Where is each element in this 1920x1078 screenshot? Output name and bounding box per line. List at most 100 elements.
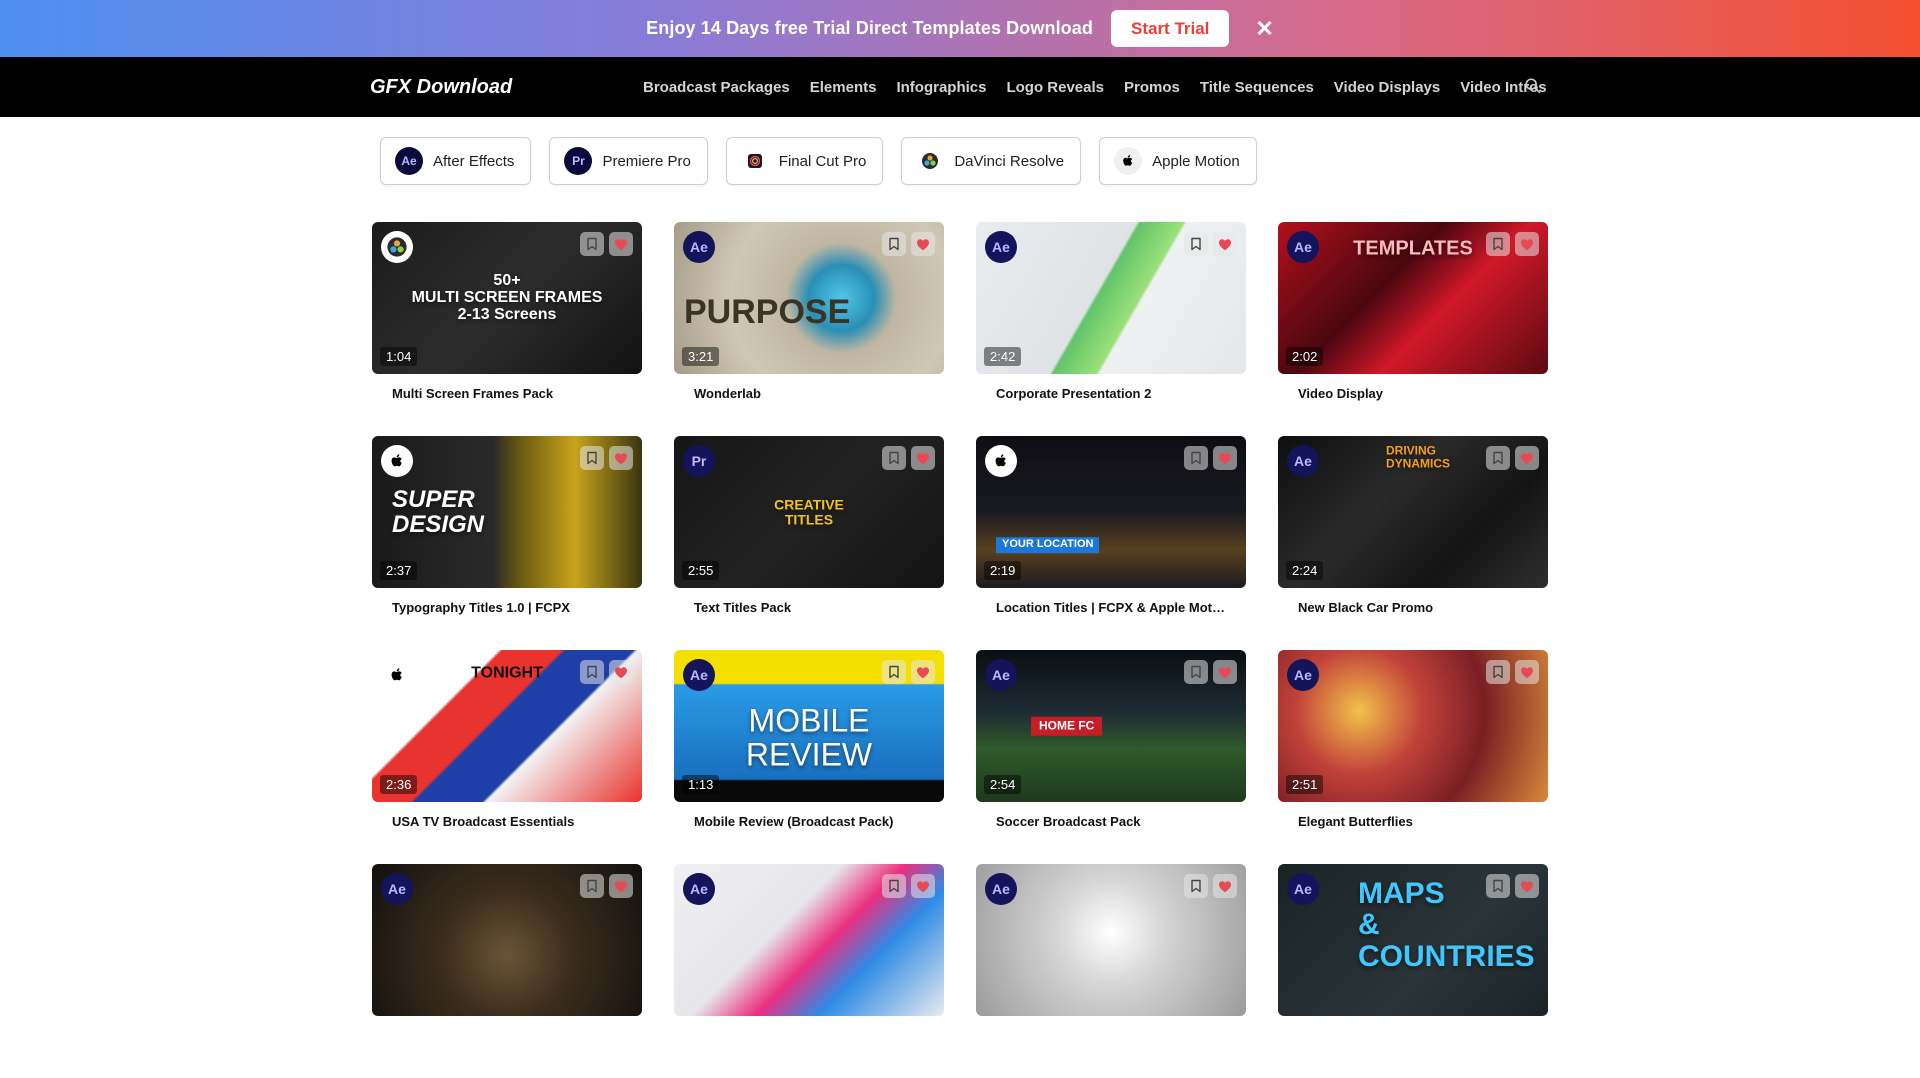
heart-icon[interactable] — [1213, 446, 1237, 470]
nav-link-video-displays[interactable]: Video Displays — [1334, 79, 1440, 96]
bookmark-icon[interactable] — [580, 446, 604, 470]
template-card[interactable]: MOBILE REVIEW Ae 1:13 Mobile Review (Broadc… — [674, 650, 944, 864]
template-card[interactable]: SUPER DESIGN 2:37 Typography Titles 1.0 | … — [372, 436, 642, 650]
heart-icon[interactable] — [1515, 446, 1539, 470]
after-effects-badge-icon: Ae — [683, 873, 715, 905]
template-thumbnail[interactable]: Ae 2:51 — [1278, 650, 1548, 802]
template-thumbnail[interactable]: MOBILE REVIEW Ae 1:13 — [674, 650, 944, 802]
bookmark-icon[interactable] — [1184, 232, 1208, 256]
apple-badge-icon — [381, 445, 413, 477]
filter-premiere-pro[interactable]: Pr Premiere Pro — [549, 137, 708, 185]
heart-icon[interactable] — [1515, 874, 1539, 898]
bookmark-icon[interactable] — [580, 232, 604, 256]
template-title[interactable]: Typography Titles 1.0 | FCPX — [392, 600, 622, 615]
heart-icon[interactable] — [911, 446, 935, 470]
close-icon[interactable]: ✕ — [1255, 17, 1273, 40]
template-thumbnail[interactable]: Ae — [372, 864, 642, 1016]
template-title[interactable]: Wonderlab — [694, 386, 924, 401]
heart-icon[interactable] — [1213, 660, 1237, 684]
template-title[interactable]: Soccer Broadcast Pack — [996, 814, 1226, 829]
bookmark-icon[interactable] — [580, 660, 604, 684]
template-thumbnail[interactable]: Ae — [674, 864, 944, 1016]
bookmark-icon[interactable] — [882, 874, 906, 898]
filter-after-effects[interactable]: Ae After Effects — [380, 137, 532, 185]
bookmark-icon[interactable] — [1184, 446, 1208, 470]
davinci-badge-icon — [381, 231, 413, 263]
video-duration: 2:54 — [984, 775, 1022, 794]
after-effects-badge-icon: Ae — [683, 231, 715, 263]
filter-davinci-resolve[interactable]: DaVinci Resolve — [901, 137, 1082, 185]
heart-icon[interactable] — [911, 874, 935, 898]
heart-icon[interactable] — [609, 232, 633, 256]
nav-link-elements[interactable]: Elements — [810, 79, 877, 96]
heart-icon[interactable] — [1515, 660, 1539, 684]
site-logo[interactable]: GFX Download — [370, 76, 512, 99]
filter-final-cut-pro[interactable]: Final Cut Pro — [725, 137, 884, 185]
template-card[interactable]: 50+ MULTI SCREEN FRAMES 2-13 Screens 1:04… — [372, 222, 642, 436]
template-card[interactable]: HOME FC Ae 2:54 Soccer Broadcast Pack — [976, 650, 1246, 864]
template-card[interactable]: Ae — [372, 864, 642, 1078]
template-title[interactable]: New Black Car Promo — [1298, 600, 1528, 615]
template-title[interactable]: Location Titles | FCPX & Apple Motion — [996, 600, 1226, 615]
nav-link-broadcast-packages[interactable]: Broadcast Packages — [643, 79, 790, 96]
after-effects-badge-icon: Ae — [985, 659, 1017, 691]
bookmark-icon[interactable] — [882, 660, 906, 684]
template-title[interactable]: Multi Screen Frames Pack — [392, 386, 622, 401]
video-duration: 3:21 — [682, 347, 720, 366]
heart-icon[interactable] — [609, 446, 633, 470]
template-title[interactable]: Mobile Review (Broadcast Pack) — [694, 814, 924, 829]
bookmark-icon[interactable] — [580, 874, 604, 898]
template-card[interactable]: TONIGHT 2:36 USA TV Broadcast Essentials — [372, 650, 642, 864]
template-title[interactable]: Elegant Butterflies — [1298, 814, 1528, 829]
heart-icon[interactable] — [911, 232, 935, 256]
nav-link-infographics[interactable]: Infographics — [896, 79, 986, 96]
template-thumbnail[interactable]: HOME FC Ae 2:54 — [976, 650, 1246, 802]
bookmark-icon[interactable] — [1486, 232, 1510, 256]
template-thumbnail[interactable]: MAPS & COUNTRIES Ae — [1278, 864, 1548, 1016]
template-thumbnail[interactable]: CREATIVE TITLES Pr 2:55 — [674, 436, 944, 588]
bookmark-icon[interactable] — [882, 446, 906, 470]
heart-icon[interactable] — [1213, 232, 1237, 256]
bookmark-icon[interactable] — [1184, 660, 1208, 684]
template-thumbnail[interactable]: DRIVING DYNAMICS Ae 2:24 — [1278, 436, 1548, 588]
nav-link-promos[interactable]: Promos — [1124, 79, 1180, 96]
template-card[interactable]: DRIVING DYNAMICS Ae 2:24 New Black Car Prom… — [1278, 436, 1548, 650]
template-card[interactable]: Ae — [976, 864, 1246, 1078]
bookmark-icon[interactable] — [1486, 874, 1510, 898]
heart-icon[interactable] — [609, 874, 633, 898]
heart-icon[interactable] — [609, 660, 633, 684]
template-title[interactable]: USA TV Broadcast Essentials — [392, 814, 622, 829]
heart-icon[interactable] — [1515, 232, 1539, 256]
template-thumbnail[interactable]: 50+ MULTI SCREEN FRAMES 2-13 Screens 1:04 — [372, 222, 642, 374]
template-card[interactable]: PURPOSE Ae 3:21 Wonderlab — [674, 222, 944, 436]
template-thumbnail[interactable]: Ae — [976, 864, 1246, 1016]
filter-apple-motion[interactable]: Apple Motion — [1099, 137, 1257, 185]
template-thumbnail[interactable]: Ae 2:42 — [976, 222, 1246, 374]
template-thumbnail[interactable]: PURPOSE Ae 3:21 — [674, 222, 944, 374]
nav-link-title-sequences[interactable]: Title Sequences — [1200, 79, 1314, 96]
template-thumbnail[interactable]: SUPER DESIGN 2:37 — [372, 436, 642, 588]
template-title[interactable]: Corporate Presentation 2 — [996, 386, 1226, 401]
template-card[interactable]: CREATIVE TITLES Pr 2:55 Text Titles Pack — [674, 436, 944, 650]
heart-icon[interactable] — [1213, 874, 1237, 898]
start-trial-button[interactable]: Start Trial — [1110, 10, 1230, 47]
template-title[interactable]: Text Titles Pack — [694, 600, 924, 615]
template-card[interactable]: Ae 2:51 Elegant Butterflies — [1278, 650, 1548, 864]
search-icon[interactable] — [1524, 77, 1542, 95]
template-card[interactable]: TEMPLATES Ae 2:02 Video Display — [1278, 222, 1548, 436]
template-card[interactable]: Ae 2:42 Corporate Presentation 2 — [976, 222, 1246, 436]
template-card[interactable]: YOUR LOCATION 2:19 Location Titles | FCPX … — [976, 436, 1246, 650]
template-thumbnail[interactable]: YOUR LOCATION 2:19 — [976, 436, 1246, 588]
video-duration: 2:36 — [380, 775, 418, 794]
bookmark-icon[interactable] — [882, 232, 906, 256]
bookmark-icon[interactable] — [1486, 446, 1510, 470]
bookmark-icon[interactable] — [1184, 874, 1208, 898]
template-card[interactable]: MAPS & COUNTRIES Ae — [1278, 864, 1548, 1078]
template-title[interactable]: Video Display — [1298, 386, 1528, 401]
bookmark-icon[interactable] — [1486, 660, 1510, 684]
template-thumbnail[interactable]: TEMPLATES Ae 2:02 — [1278, 222, 1548, 374]
template-thumbnail[interactable]: TONIGHT 2:36 — [372, 650, 642, 802]
heart-icon[interactable] — [911, 660, 935, 684]
nav-link-logo-reveals[interactable]: Logo Reveals — [1006, 79, 1104, 96]
template-card[interactable]: Ae — [674, 864, 944, 1078]
